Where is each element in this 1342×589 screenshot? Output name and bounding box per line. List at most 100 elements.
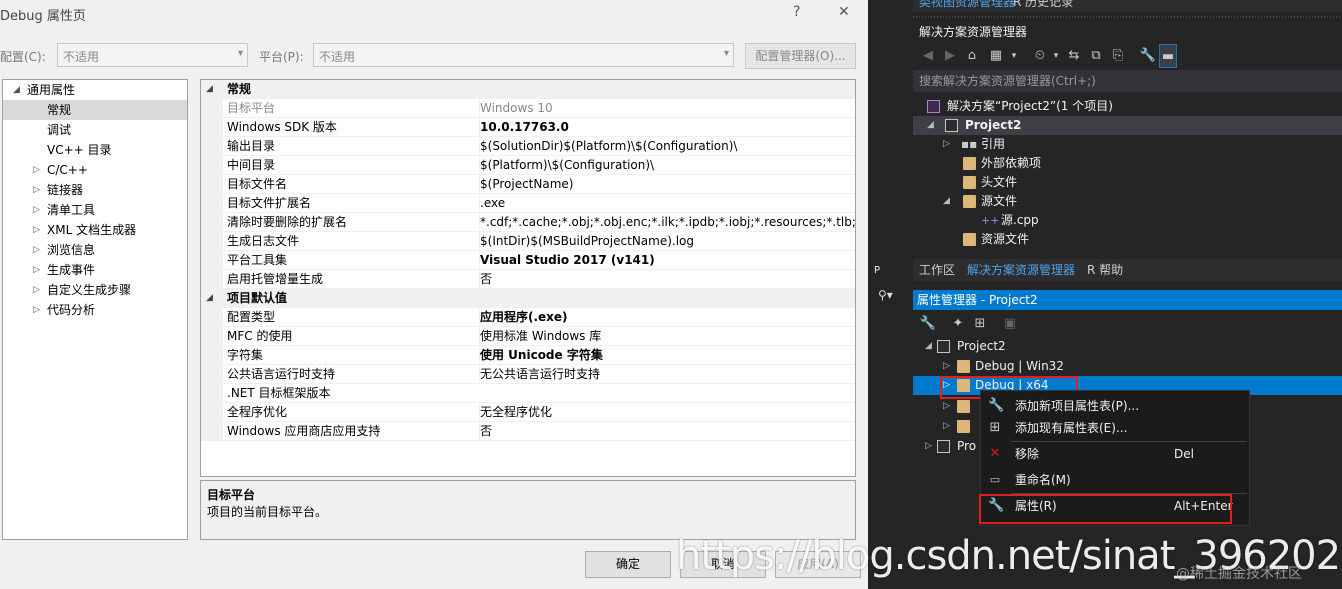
property-row[interactable]: 配置类型 应用程序(.exe)	[201, 308, 855, 327]
pm-tree-release-win32[interactable]: ▷	[913, 397, 983, 416]
property-grid[interactable]: ◢ 常规 目标平台 Windows 10 Windows SDK 版本 10.0.1…	[200, 79, 856, 477]
menu-item-rename[interactable]: ▭ 重命名(M)	[981, 468, 1249, 492]
wrench-icon[interactable]: 🔧	[919, 312, 937, 336]
property-row[interactable]: Windows SDK 版本 10.0.17763.0	[201, 118, 855, 137]
tab-class-view[interactable]: 类视图资源管理器	[919, 0, 1015, 8]
property-value[interactable]: .exe	[479, 194, 855, 212]
property-value[interactable]: *.cdf;*.cache;*.obj;*.obj.enc;*.ilk;*.ip…	[479, 213, 855, 231]
sync-icon[interactable]: ⇆	[1065, 44, 1083, 68]
tree-item-general[interactable]: 常规	[3, 100, 187, 120]
menu-item-remove[interactable]: ✕ 移除 Del	[981, 442, 1249, 466]
property-value[interactable]: 使用 Unicode 字符集	[479, 346, 855, 364]
tab-solution-explorer[interactable]: 解决方案资源管理器	[963, 259, 1079, 281]
tree-item-linker[interactable]: ▷ 链接器	[3, 180, 187, 200]
property-row[interactable]: Windows 应用商店应用支持 否	[201, 422, 855, 441]
property-row[interactable]: MFC 的使用 使用标准 Windows 库	[201, 327, 855, 346]
show-all-files-icon[interactable]: ⎘	[1109, 44, 1127, 68]
property-value[interactable]: $(ProjectName)	[479, 175, 855, 193]
add-new-sheet-icon[interactable]: ✦	[949, 312, 967, 336]
property-value[interactable]: 否	[479, 422, 855, 440]
tree-item-vc-directories[interactable]: VC++ 目录	[3, 140, 187, 160]
category-general[interactable]: ◢ 常规	[201, 80, 855, 99]
tree-item-source-cpp[interactable]: ++ 源.cpp	[913, 211, 1342, 230]
expander-icon[interactable]: ▷	[33, 220, 40, 240]
config-combo[interactable]: 不适用 ▾	[57, 43, 248, 67]
property-row[interactable]: 目标平台 Windows 10	[201, 99, 855, 118]
expander-icon[interactable]: ▷	[33, 300, 40, 320]
expander-icon[interactable]: ◢	[943, 192, 950, 211]
property-row[interactable]: 输出目录 $(SolutionDir)$(Platform)\$(Configur…	[201, 137, 855, 156]
property-value[interactable]: $(SolutionDir)$(Platform)\$(Configuratio…	[479, 137, 855, 155]
property-value[interactable]: $(IntDir)$(MSBuildProjectName).log	[479, 232, 855, 250]
add-existing-sheet-icon[interactable]: ⊞	[971, 312, 989, 336]
help-button[interactable]: ?	[793, 4, 800, 20]
tree-item-header-files[interactable]: 头文件	[913, 173, 1342, 192]
tree-item-source-files[interactable]: ◢ 源文件	[913, 192, 1342, 211]
expander-icon[interactable]: ▷	[33, 160, 40, 180]
property-value[interactable]: $(Platform)\$(Configuration)\	[479, 156, 855, 174]
tree-item-solution[interactable]: 解决方案“Project2”(1 个项目)	[913, 97, 1342, 116]
property-row[interactable]: 字符集 使用 Unicode 字符集	[201, 346, 855, 365]
tree-item-build-events[interactable]: ▷ 生成事件	[3, 260, 187, 280]
menu-item-add-existing-sheet[interactable]: ⊞ 添加现有属性表(E)...	[981, 416, 1249, 440]
property-value[interactable]: 无公共语言运行时支持	[479, 365, 855, 383]
forward-icon[interactable]: ▶	[941, 44, 959, 68]
property-row[interactable]: 中间目录 $(Platform)\$(Configuration)\	[201, 156, 855, 175]
tree-item-common-properties[interactable]: ◢ 通用属性	[3, 80, 187, 100]
expander-icon[interactable]: ▷	[925, 437, 932, 456]
property-row[interactable]: .NET 目标框架版本	[201, 384, 855, 403]
pm-tree-project[interactable]: ◢ Project2	[913, 337, 1342, 356]
home-icon[interactable]: ⌂	[963, 44, 981, 68]
property-row[interactable]: 清除时要删除的扩展名 *.cdf;*.cache;*.obj;*.obj.enc;…	[201, 213, 855, 232]
pm-tree-release-x64[interactable]: ▷	[913, 417, 983, 436]
collapse-all-icon[interactable]: ⧉	[1087, 44, 1105, 68]
tree-item-xml-doc[interactable]: ▷ XML 文档生成器	[3, 220, 187, 240]
config-manager-button[interactable]: 配置管理器(O)...	[745, 43, 856, 69]
search-icon[interactable]: ⚲▾	[878, 288, 893, 302]
tree-item-custom-build[interactable]: ▷ 自定义生成步骤	[3, 280, 187, 300]
chevron-down-icon[interactable]: ▾	[1005, 44, 1023, 68]
chevron-down-icon[interactable]: ▾	[1047, 44, 1065, 68]
property-row[interactable]: 目标文件名 $(ProjectName)	[201, 175, 855, 194]
back-icon[interactable]: ◀	[919, 44, 937, 68]
property-value[interactable]: 10.0.17763.0	[479, 118, 855, 136]
property-row[interactable]: 平台工具集 Visual Studio 2017 (v141)	[201, 251, 855, 270]
tree-item-references[interactable]: ▷ ▪▪ 引用	[913, 135, 1342, 154]
collapse-icon[interactable]: ◢	[206, 80, 213, 99]
tab-workspace[interactable]: 工作区	[915, 259, 959, 281]
property-row[interactable]: 启用托管增量生成 否	[201, 270, 855, 289]
property-value[interactable]: Visual Studio 2017 (v141)	[479, 251, 855, 269]
solution-search-input[interactable]: 搜索解决方案资源管理器(Ctrl+;)	[913, 70, 1342, 92]
platform-combo[interactable]: 不适用 ▾	[313, 43, 734, 67]
wrench-icon[interactable]: 🔧	[1139, 44, 1157, 68]
expander-icon[interactable]: ▷	[33, 180, 40, 200]
expander-icon[interactable]: ▷	[943, 135, 950, 154]
tree-item-browse-info[interactable]: ▷ 浏览信息	[3, 240, 187, 260]
category-project-defaults[interactable]: ◢ 项目默认值	[201, 289, 855, 308]
switch-view-icon[interactable]: ▦	[987, 44, 1005, 68]
expander-icon[interactable]: ▷	[33, 200, 40, 220]
expander-icon[interactable]: ▷	[943, 357, 950, 376]
collapse-icon[interactable]: ◢	[206, 289, 213, 308]
tree-item-external-deps[interactable]: 外部依赖项	[913, 154, 1342, 173]
pm-tree-debug-win32[interactable]: ▷ Debug | Win32	[913, 357, 1342, 376]
property-value[interactable]: Windows 10	[479, 99, 855, 117]
expander-icon[interactable]: ◢	[927, 116, 934, 135]
pm-tree-other-project[interactable]: ▷ Pro	[913, 437, 983, 456]
tree-item-code-analysis[interactable]: ▷ 代码分析	[3, 300, 187, 320]
expander-icon[interactable]: ▷	[943, 397, 950, 416]
property-value[interactable]: 应用程序(.exe)	[479, 308, 855, 326]
ok-button[interactable]: 确定	[585, 551, 671, 578]
tree-item-resource-files[interactable]: 资源文件	[913, 230, 1342, 249]
expander-icon[interactable]: ◢	[13, 80, 20, 100]
pin-icon[interactable]: ᴘ	[874, 262, 880, 276]
tab-history[interactable]: R 历史记录	[1013, 0, 1073, 8]
property-value[interactable]: 否	[479, 270, 855, 288]
property-row[interactable]: 公共语言运行时支持 无公共语言运行时支持	[201, 365, 855, 384]
close-button[interactable]: ✕	[838, 4, 850, 20]
tree-item-project[interactable]: ◢ Project2	[913, 116, 1342, 135]
property-row[interactable]: 全程序优化 无全程序优化	[201, 403, 855, 422]
property-row[interactable]: 生成日志文件 $(IntDir)$(MSBuildProjectName).log	[201, 232, 855, 251]
tab-r-help[interactable]: R 帮助	[1083, 259, 1127, 281]
menu-item-add-new-sheet[interactable]: 🔧 添加新项目属性表(P)...	[981, 394, 1249, 418]
